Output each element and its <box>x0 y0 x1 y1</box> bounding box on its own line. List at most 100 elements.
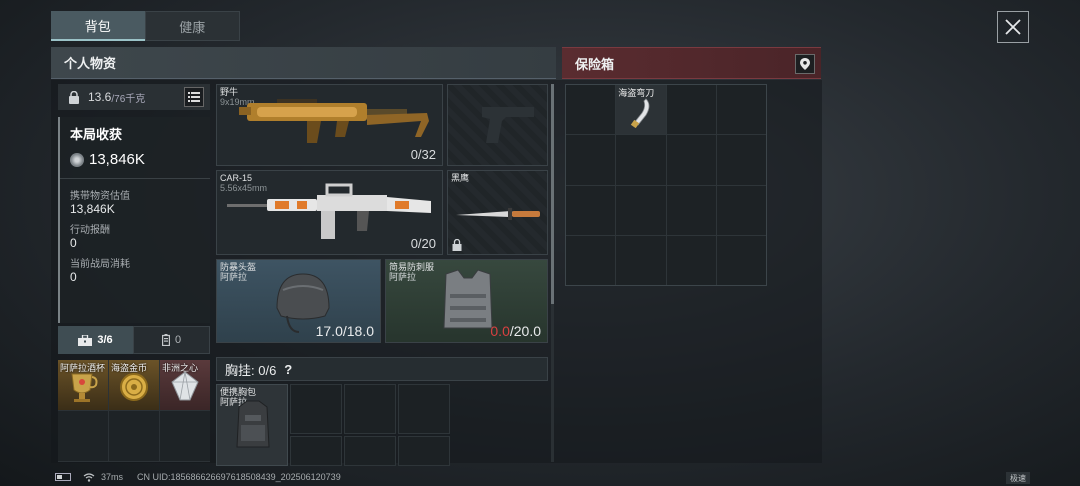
primary-weapon-slot[interactable]: 野牛 9x19mm 0/32 <box>216 84 443 166</box>
empty-slot[interactable] <box>716 85 766 135</box>
top-tabs: 背包 健康 <box>51 11 240 41</box>
empty-slot[interactable] <box>666 85 716 135</box>
empty-slot[interactable] <box>290 436 342 466</box>
weight-indicator: 13.6 /76千克 <box>58 84 210 110</box>
helmet-durability: 17.0/18.0 <box>315 323 374 339</box>
list-icon <box>188 92 200 102</box>
empty-slot[interactable] <box>666 235 716 285</box>
list-view-button[interactable] <box>184 87 204 107</box>
empty-slot[interactable] <box>566 135 616 185</box>
divider <box>60 178 210 179</box>
lock-icon <box>452 239 462 251</box>
safebox-header: 保险箱 <box>562 47 821 79</box>
pistol-silhouette-icon <box>482 107 534 143</box>
melee-slot[interactable]: 黑鹰 <box>447 170 548 255</box>
item-pirate-coin[interactable]: 海盗金币 <box>109 360 159 410</box>
sabre-icon <box>631 98 650 129</box>
device-battery-icon <box>55 473 71 481</box>
empty-slot[interactable] <box>398 384 450 434</box>
armor-durability: 0.0/20.0 <box>490 323 541 339</box>
location-pin-button[interactable] <box>795 54 815 74</box>
item-asala-cup[interactable]: 阿萨拉酒杯 <box>58 360 108 410</box>
item-heart-of-africa[interactable]: 非洲之心 <box>160 360 210 410</box>
chest-bag-slot[interactable]: 便携胸包 阿萨拉 <box>216 384 288 466</box>
chest-rig-grid: 便携胸包 阿萨拉 <box>216 384 452 466</box>
empty-slot[interactable] <box>344 436 396 466</box>
tab-toolbox[interactable]: 3/6 <box>58 326 133 354</box>
valuables-grid: 阿萨拉酒杯 海盗金币 非洲之心 <box>58 360 210 462</box>
tab-health[interactable]: 健康 <box>144 11 240 41</box>
empty-slot[interactable] <box>398 436 450 466</box>
empty-slot[interactable] <box>666 135 716 185</box>
toolbox-icon <box>78 334 93 346</box>
chest-rig-title: 胸挂: 0/6 <box>225 362 277 378</box>
safebox-grid: 海盗弯刀 <box>565 84 767 286</box>
wifi-icon <box>83 472 95 482</box>
round-harvest-value: 13,846K <box>89 151 145 168</box>
mission-reward-label: 行动报酬 <box>70 225 110 236</box>
battle-cost-label: 当前战局消耗 <box>70 259 130 270</box>
battery-icon <box>161 334 170 346</box>
round-harvest-total: 13,846K <box>70 151 200 168</box>
toolbox-count: 3/6 <box>97 334 113 346</box>
tab-battery[interactable]: 0 <box>133 326 210 354</box>
diamond-icon <box>171 371 199 401</box>
safebox-title: 保险箱 <box>575 56 615 72</box>
gold-coin-icon <box>120 373 148 401</box>
helmet-slot[interactable]: 防暴头盔 阿萨拉 17.0/18.0 <box>216 259 381 343</box>
battery-count: 0 <box>174 334 182 346</box>
weight-lock-icon <box>69 90 79 104</box>
rifle-ammo: 0/20 <box>410 236 436 251</box>
status-bar: 37ms CN UID:185686626697618508439_202506… <box>55 472 341 482</box>
empty-slot[interactable] <box>566 185 616 235</box>
container-tabs: 3/6 0 <box>58 326 210 354</box>
chest-bag-icon <box>236 400 270 448</box>
empty-slot[interactable] <box>109 411 159 461</box>
help-icon[interactable]: ? <box>284 362 292 377</box>
empty-slot[interactable] <box>716 135 766 185</box>
empty-slot[interactable] <box>616 135 666 185</box>
empty-slot[interactable] <box>566 85 616 135</box>
weight-max: /76千克 <box>111 93 146 105</box>
weight-current: 13.6 <box>88 90 112 104</box>
combat-knife-icon <box>456 208 540 220</box>
user-uid: CN UID:185686626697618508439_20250612073… <box>137 472 341 482</box>
mission-reward-value: 0 <box>70 236 77 250</box>
empty-slot[interactable] <box>716 235 766 285</box>
personal-supplies-header: 个人物资 <box>51 47 556 79</box>
armor-durability-max: /20.0 <box>509 323 541 339</box>
item-pirate-sabre[interactable]: 海盗弯刀 <box>616 85 666 135</box>
carried-value-label: 携带物资估值 <box>70 191 130 202</box>
pistol-slot[interactable] <box>447 84 548 166</box>
empty-slot[interactable] <box>344 384 396 434</box>
empty-slot[interactable] <box>290 384 342 434</box>
cup-icon <box>71 373 98 402</box>
empty-slot[interactable] <box>616 235 666 285</box>
empty-slot[interactable] <box>616 185 666 235</box>
bison-smg-icon <box>239 99 429 143</box>
empty-slot[interactable] <box>58 411 108 461</box>
close-icon <box>1005 19 1021 35</box>
battle-cost-value: 0 <box>70 270 77 284</box>
rifle-slot[interactable]: CAR-15 5.56x45mm 0/20 <box>216 170 443 255</box>
inventory-scrollbar-thumb[interactable] <box>551 84 554 304</box>
body-armor-slot[interactable]: 简易防刺服 阿萨拉 0.0/20.0 <box>385 259 548 343</box>
ping-value: 37ms <box>101 472 124 482</box>
empty-slot[interactable] <box>160 411 210 461</box>
location-pin-icon <box>800 58 810 70</box>
tab-backpack[interactable]: 背包 <box>51 11 145 41</box>
car15-rifle-icon <box>227 183 431 239</box>
round-harvest-title: 本局收获 <box>70 127 123 142</box>
primary-weapon-ammo: 0/32 <box>410 147 436 162</box>
close-button[interactable] <box>997 11 1029 43</box>
carried-value: 13,846K <box>70 202 115 216</box>
chest-rig-header: 胸挂: 0/6 ? <box>216 357 548 381</box>
coin-icon <box>70 152 84 167</box>
network-speed-badge: 极速 <box>1006 472 1030 484</box>
personal-supplies-title: 个人物资 <box>64 56 117 71</box>
armor-durability-current: 0.0 <box>490 323 510 339</box>
empty-slot[interactable] <box>566 235 616 285</box>
empty-slot[interactable] <box>666 185 716 235</box>
round-harvest-panel: 本局收获 13,846K 携带物资估值 13,846K 行动报酬 0 当前战局消… <box>58 117 210 323</box>
empty-slot[interactable] <box>716 185 766 235</box>
